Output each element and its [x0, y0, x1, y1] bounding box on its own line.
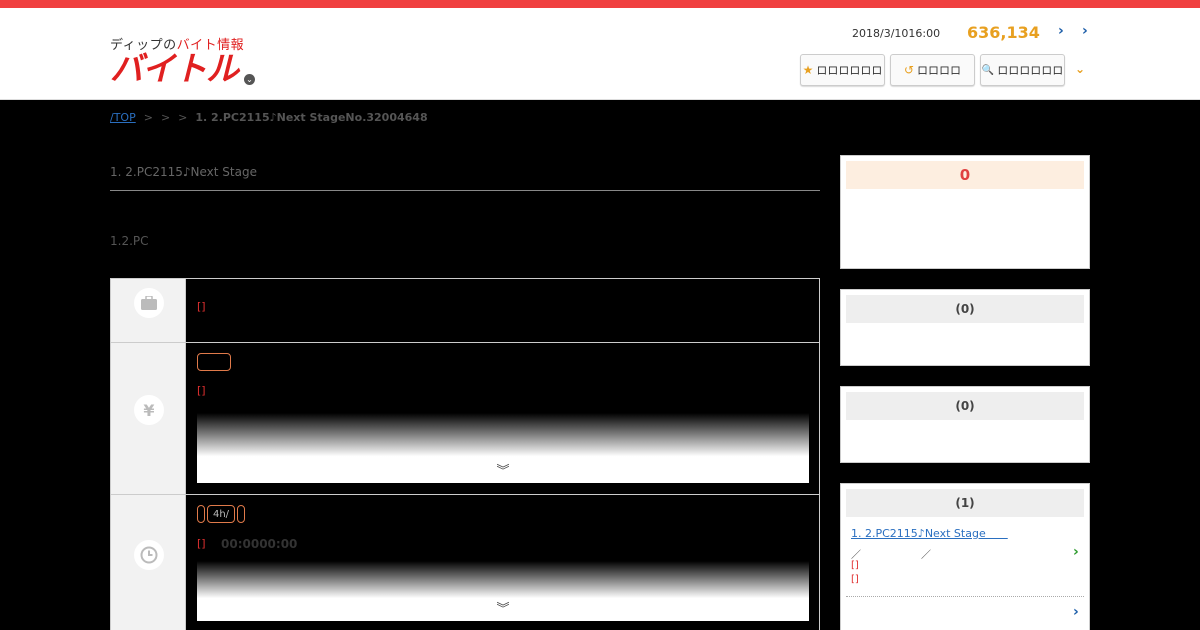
- history-icon: ↺: [903, 63, 915, 77]
- work-row: []: [111, 279, 819, 343]
- favorites-button-label: ロロロロロロ: [816, 64, 883, 77]
- yen-icon: ¥: [134, 395, 164, 425]
- clock-icon: [134, 540, 164, 570]
- hours-tag-right: [237, 505, 245, 523]
- sidebar-box-viewed: (1) 1. 2.PC2115♪Next Stage ／ ／ [] [] › ›: [840, 483, 1090, 630]
- hours-tag-left: [197, 505, 205, 523]
- hours-row-header: [111, 495, 186, 630]
- expand-icon[interactable]: ︾: [197, 598, 809, 617]
- search-button[interactable]: 🔍 ロロロロロロ: [980, 54, 1065, 86]
- work-text: []: [197, 300, 206, 313]
- job-title: 1. 2.PC2115♪Next Stage: [110, 165, 257, 179]
- favorites-button[interactable]: ★ ロロロロロロ: [800, 54, 885, 86]
- search-icon: 🔍: [981, 64, 995, 76]
- pay-tag: [197, 353, 231, 371]
- update-date: 2018/3/1016:00: [852, 27, 941, 40]
- sidebar-job-line: []: [851, 560, 859, 571]
- header-link-1[interactable]: ›: [1058, 23, 1064, 39]
- chevron-down-icon[interactable]: ⌄: [244, 74, 255, 85]
- sidebar-box-apply: 0: [840, 155, 1090, 269]
- chevron-right-icon[interactable]: ›: [1073, 544, 1079, 560]
- hours-text: []: [197, 537, 206, 550]
- title-divider: [110, 190, 820, 191]
- sidebar-job-meta: ／ ／: [851, 550, 931, 561]
- pay-text: []: [197, 384, 206, 397]
- hours-more-panel[interactable]: ︾: [197, 561, 809, 621]
- job-detail-table: [] ¥ [] ︾ 4h/ [] 00:0000:00 ︾: [110, 278, 820, 630]
- chevron-right-icon[interactable]: ›: [1073, 604, 1079, 620]
- history-button[interactable]: ↺ ロロロロ: [890, 54, 975, 86]
- breadcrumb-separator: >: [178, 111, 188, 124]
- top-accent-bar: [0, 0, 1200, 8]
- menu-chevron-icon[interactable]: ⌄: [1075, 62, 1085, 76]
- job-category: 1.2.PC: [110, 234, 149, 248]
- pay-row: ¥ [] ︾: [111, 343, 819, 495]
- hours-time: 00:0000:00: [221, 537, 298, 551]
- expand-icon[interactable]: ︾: [197, 460, 809, 479]
- sidebar-box-count: 0: [846, 161, 1084, 189]
- history-button-label: ロロロロ: [917, 64, 962, 77]
- divider: [846, 596, 1084, 597]
- search-button-label: ロロロロロロ: [997, 64, 1064, 77]
- header-link-2[interactable]: ›: [1082, 23, 1088, 39]
- breadcrumb: /TOP > > > 1. 2.PC2115♪Next StageNo.3200…: [110, 111, 428, 124]
- sidebar-job-line: []: [851, 574, 859, 585]
- breadcrumb-current: 1. 2.PC2115♪Next StageNo.32004648: [195, 111, 428, 124]
- breadcrumb-home-link[interactable]: /TOP: [110, 111, 136, 124]
- pay-more-panel[interactable]: ︾: [197, 413, 809, 483]
- sidebar-job-link[interactable]: 1. 2.PC2115♪Next Stage: [851, 525, 1008, 541]
- sidebar-box-heading: (0): [846, 295, 1084, 323]
- work-row-header: [111, 279, 186, 342]
- star-icon: ★: [802, 63, 814, 77]
- sidebar-box-history: (0): [840, 386, 1090, 463]
- sidebar-box-heading: (1): [846, 489, 1084, 517]
- briefcase-icon: [134, 288, 164, 318]
- sidebar-box-favorites: (0): [840, 289, 1090, 366]
- hours-tag: 4h/: [207, 505, 235, 523]
- sidebar-box-heading: (0): [846, 392, 1084, 420]
- breadcrumb-separator: >: [143, 111, 153, 124]
- pay-row-header: ¥: [111, 343, 186, 494]
- site-header: ディップのバイト情報 バイトル ⌄ 2018/3/1016:00 636,134…: [0, 8, 1200, 100]
- job-count: 636,134: [967, 23, 1040, 42]
- breadcrumb-separator: >: [160, 111, 171, 124]
- site-logo[interactable]: バイトル: [110, 49, 239, 89]
- hours-row: 4h/ [] 00:0000:00 ︾: [111, 495, 819, 630]
